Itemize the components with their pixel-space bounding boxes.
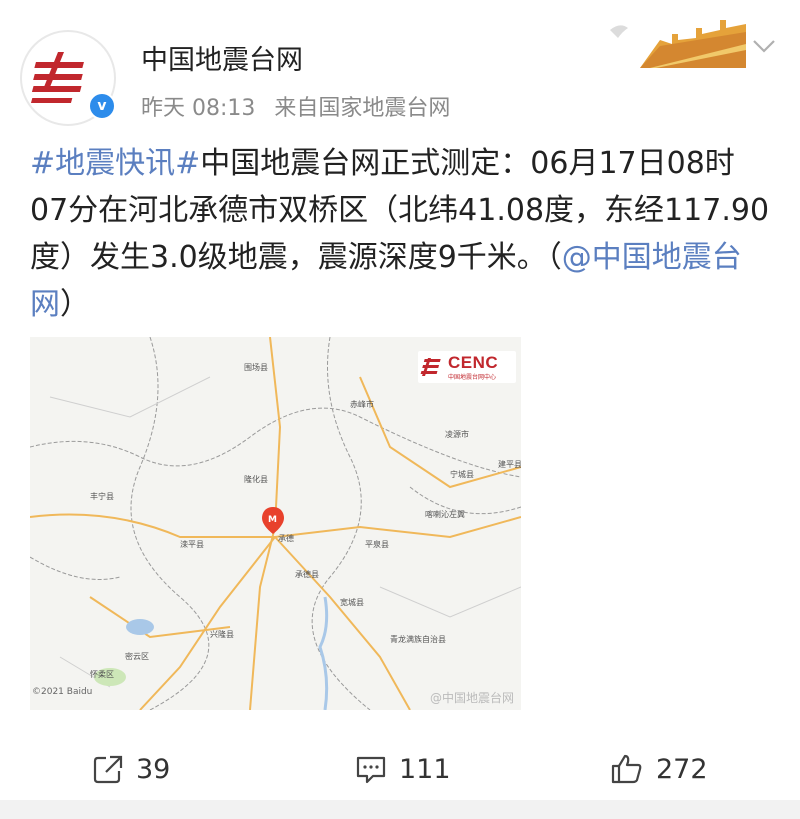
svg-text:平泉县: 平泉县 [365,539,389,549]
comment-button[interactable]: 111 [355,749,451,789]
map-image[interactable]: 围场县 隆化县 承德 丰宁县 滦平县 承德县 宽城县 平泉县 兴隆县 密云区 怀… [30,337,521,710]
svg-text:隆化县: 隆化县 [244,474,268,484]
epicenter-map: 围场县 隆化县 承德 丰宁县 滦平县 承德县 宽城县 平泉县 兴隆县 密云区 怀… [30,337,521,710]
post-close: ） [60,287,90,322]
svg-text:建平县: 建平县 [498,459,521,469]
post-time: 昨天 08:13 [141,96,256,121]
thumbs-up-icon [611,754,642,784]
svg-text:兴隆县: 兴隆县 [210,629,234,639]
post-header: v 中国地震台网 昨天 08:13 来自国家地震台网 [0,0,800,130]
svg-text:承德: 承德 [278,533,294,543]
great-wall-decoration-icon [610,20,746,68]
cenc-mark-icon [420,358,441,376]
repost-icon [93,755,123,784]
svg-text:承德县: 承德县 [295,569,319,579]
svg-text:丰宁县: 丰宁县 [90,491,114,501]
account-name[interactable]: 中国地震台网 [141,38,303,77]
svg-text:滦平县: 滦平县 [180,539,204,549]
repost-button[interactable]: 39 [92,749,170,789]
svg-text:赤峰市: 赤峰市 [350,399,374,409]
chevron-down-icon[interactable] [752,38,776,54]
svg-text:密云区: 密云区 [125,651,149,661]
cenc-logo-subtext: 中国地震台网中心 [448,374,497,381]
comment-count: 111 [399,753,451,785]
svg-text:M: M [268,515,277,525]
action-bar: 39 111 272 [0,735,800,805]
cenc-logo: CENC 中国地震台网中心 [418,351,516,383]
svg-text:怀柔区: 怀柔区 [90,669,114,679]
map-copyright: ©2021 Baidu [32,687,93,697]
hashtag-link[interactable]: #地震快讯# [30,146,200,181]
cenc-logo-text: CENC [448,353,499,372]
svg-text:围场县: 围场县 [244,363,268,372]
like-count: 272 [656,753,708,785]
svg-text:宁城县: 宁城县 [450,469,474,479]
verified-badge-icon: v [88,92,116,120]
post-meta: 昨天 08:13 来自国家地震台网 [141,90,462,122]
post-text: #地震快讯#中国地震台网正式测定：06月17日08时07分在河北承德市双桥区（北… [30,140,770,328]
svg-text:青龙满族自治县: 青龙满族自治县 [390,634,446,644]
bottom-separator [0,800,800,819]
repost-count: 39 [136,753,171,785]
like-button[interactable]: 272 [610,749,708,789]
comment-icon [356,756,386,784]
svg-text:凌源市: 凌源市 [445,429,469,439]
svg-text:宽城县: 宽城县 [340,597,364,607]
svg-text:喀喇沁左翼: 喀喇沁左翼 [425,509,465,519]
post-source[interactable]: 来自国家地震台网 [274,96,450,121]
map-watermark: @中国地震台网 [430,691,515,705]
